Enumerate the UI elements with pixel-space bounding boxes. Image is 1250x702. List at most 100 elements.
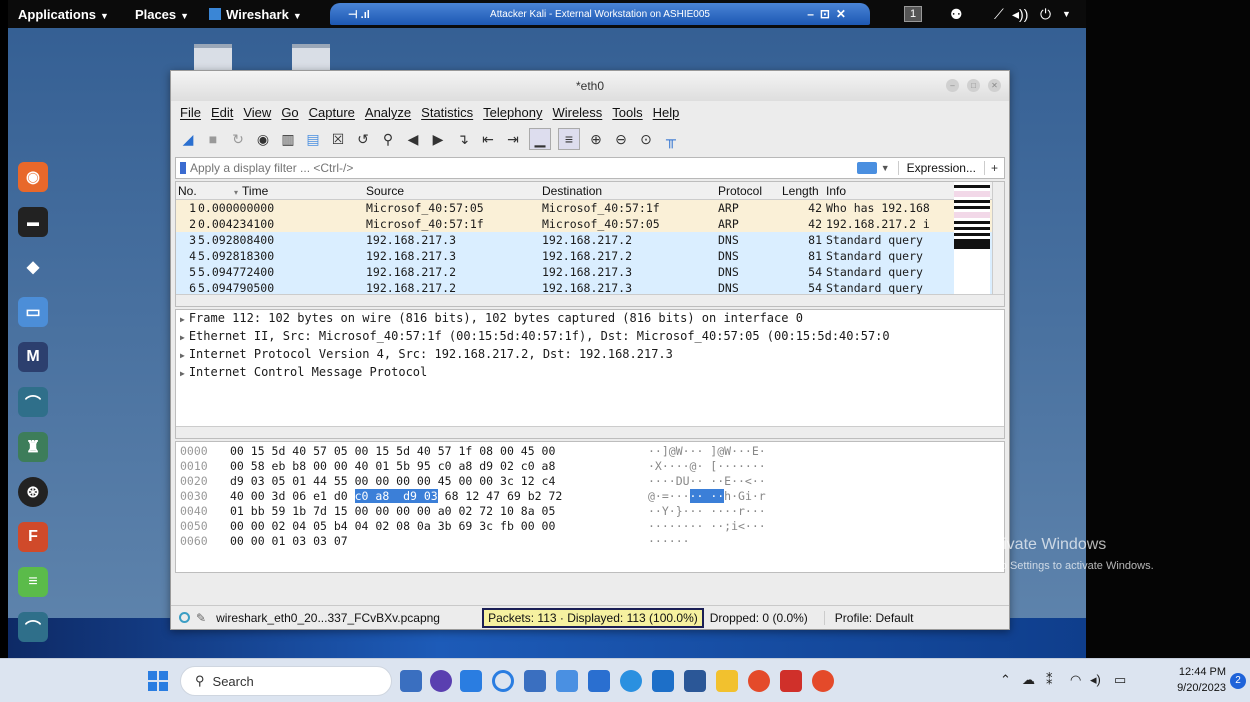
menu-wireless[interactable]: Wireless	[547, 105, 607, 120]
window-titlebar[interactable]: *eth0 – □ ✕	[171, 71, 1009, 101]
acrobat-icon[interactable]	[780, 670, 802, 692]
add-filter-button[interactable]: +	[983, 161, 1004, 175]
chevron-down-icon[interactable]: ▼	[881, 163, 890, 173]
volume-icon[interactable]: ◂))	[1012, 6, 1028, 23]
packet-row[interactable]: 2 0.004234100 Microsof_40:57:1f Microsof…	[176, 216, 1004, 232]
resize-columns-icon[interactable]: ╥	[662, 130, 680, 148]
col-time[interactable]: ▾ Time	[234, 182, 366, 199]
apply-filter-icon[interactable]	[856, 162, 877, 174]
detail-ip[interactable]: ▶ Internet Protocol Version 4, Src: 192.1…	[176, 346, 1004, 364]
armitage-icon[interactable]: ⌒	[18, 387, 48, 417]
taskbar-app-icon[interactable]	[460, 670, 482, 692]
packet-row[interactable]: 5 5.094772400 192.168.217.2 192.168.217.…	[176, 264, 1004, 280]
wireshark-app-menu[interactable]: Wireshark ▼	[199, 7, 312, 22]
app-tray-icon[interactable]: ⁑	[1046, 672, 1053, 688]
bytes-row[interactable]: 0030 40 00 3d 06 e1 d0 c0 a8 d9 03 68 12…	[176, 489, 1004, 504]
volume-icon[interactable]: ◂)	[1090, 672, 1101, 688]
menu-help[interactable]: Help	[648, 105, 685, 120]
file-explorer-icon[interactable]	[716, 670, 738, 692]
faraday-icon[interactable]: ⊛	[18, 477, 48, 507]
packet-row[interactable]: 1 0.000000000 Microsof_40:57:05 Microsof…	[176, 200, 1004, 216]
open-file-icon[interactable]: ▥	[279, 130, 297, 148]
menu-analyze[interactable]: Analyze	[360, 105, 416, 120]
display-filter-input[interactable]	[190, 161, 857, 175]
packet-row[interactable]: 4 5.092818300 192.168.217.3 192.168.217.…	[176, 248, 1004, 264]
places-menu[interactable]: Places ▼	[125, 7, 199, 22]
chrome-icon[interactable]	[748, 670, 770, 692]
chevron-down-icon[interactable]: ▼	[1062, 9, 1071, 19]
packet-list-hscrollbar[interactable]	[176, 294, 1004, 306]
go-back-icon[interactable]: ◀	[404, 130, 422, 148]
taskbar-app-icon[interactable]	[400, 670, 422, 692]
word-icon[interactable]	[684, 670, 706, 692]
menu-tools[interactable]: Tools	[607, 105, 647, 120]
col-source[interactable]: Source	[366, 182, 542, 199]
bookmark-icon[interactable]	[180, 162, 186, 174]
applications-menu[interactable]: Applications ▼	[8, 7, 119, 22]
desktop-folder-icon[interactable]	[194, 44, 232, 70]
expand-icon[interactable]: ▶	[180, 351, 185, 360]
start-capture-icon[interactable]: ◢	[179, 130, 197, 148]
menu-edit[interactable]: Edit	[206, 105, 238, 120]
expert-info-icon[interactable]	[179, 612, 190, 623]
col-length[interactable]: Length	[782, 182, 822, 199]
minimize-button[interactable]: –	[946, 79, 959, 92]
packet-row[interactable]: 3 5.092808400 192.168.217.3 192.168.217.…	[176, 232, 1004, 248]
taskbar-app-icon[interactable]	[430, 670, 452, 692]
col-destination[interactable]: Destination	[542, 182, 718, 199]
vm-window-controls[interactable]: –⊡✕	[807, 7, 852, 21]
bytes-row[interactable]: 0050 00 00 02 04 05 b4 04 02 08 0a 3b 69…	[176, 519, 1004, 534]
menu-go[interactable]: Go	[276, 105, 303, 120]
firefox-icon[interactable]: ◉	[18, 162, 48, 192]
burp-icon[interactable]: F	[18, 522, 48, 552]
taskbar-clock[interactable]: 12:44 PM 9/20/2023	[1166, 664, 1226, 696]
colorize-icon[interactable]: ≡	[558, 128, 580, 150]
bytes-row[interactable]: 0000 00 15 5d 40 57 05 00 15 5d 40 57 1f…	[176, 444, 1004, 459]
detail-ethernet[interactable]: ▶ Ethernet II, Src: Microsof_40:57:1f (00…	[176, 328, 1004, 346]
chrome-icon[interactable]	[812, 670, 834, 692]
menu-telephony[interactable]: Telephony	[478, 105, 547, 120]
network-icon[interactable]: ⟋	[994, 6, 1004, 23]
capture-options-icon[interactable]: ◉	[254, 130, 272, 148]
taskbar-app-icon[interactable]	[524, 670, 546, 692]
last-packet-icon[interactable]: ⇥	[504, 130, 522, 148]
bytes-row[interactable]: 0020 d9 03 05 01 44 55 00 00 00 00 45 00…	[176, 474, 1004, 489]
expand-icon[interactable]: ▶	[180, 369, 185, 378]
vm-connection-bar[interactable]: ⊣ .ıl Attacker Kali - External Workstati…	[330, 3, 870, 25]
menu-view[interactable]: View	[238, 105, 276, 120]
taskbar-app-icon[interactable]	[588, 670, 610, 692]
chevron-up-icon[interactable]: ⌃	[1000, 672, 1011, 688]
bytes-row[interactable]: 0060 00 00 01 03 03 07 ······	[176, 534, 1004, 549]
autoscroll-icon[interactable]: ▁	[529, 128, 551, 150]
edge-icon[interactable]	[620, 670, 642, 692]
go-forward-icon[interactable]: ▶	[429, 130, 447, 148]
cloud-icon[interactable]: ☁	[1022, 672, 1035, 688]
desktop-folder-icon[interactable]	[292, 44, 330, 70]
restart-capture-icon[interactable]: ↻	[229, 130, 247, 148]
menu-file[interactable]: File	[175, 105, 206, 120]
menu-statistics[interactable]: Statistics	[416, 105, 478, 120]
col-no[interactable]: No.	[176, 182, 234, 199]
menu-capture[interactable]: Capture	[304, 105, 360, 120]
battery-icon[interactable]: ▭	[1114, 672, 1126, 688]
expand-icon[interactable]: ▶	[180, 333, 185, 342]
expand-icon[interactable]: ▶	[180, 315, 185, 324]
maximize-button[interactable]: □	[967, 79, 980, 92]
wifi-icon[interactable]: ◠	[1070, 672, 1081, 688]
power-icon[interactable]: ⏻	[1040, 6, 1051, 23]
workspace-indicator[interactable]: 1	[904, 6, 922, 22]
bytes-row[interactable]: 0040 01 bb 59 1b 7d 15 00 00 00 00 a0 02…	[176, 504, 1004, 519]
expression-button[interactable]: Expression...	[897, 161, 984, 175]
bytes-row[interactable]: 0010 00 58 eb b8 00 00 40 01 5b 95 c0 a8…	[176, 459, 1004, 474]
details-hscrollbar[interactable]	[176, 426, 1004, 438]
save-file-icon[interactable]: ▤	[304, 130, 322, 148]
go-to-packet-icon[interactable]: ↴	[454, 130, 472, 148]
mail-icon[interactable]	[652, 670, 674, 692]
files-icon[interactable]: ▭	[18, 297, 48, 327]
taskbar-search[interactable]: ⚲ Search	[180, 666, 392, 696]
close-button[interactable]: ✕	[988, 79, 1001, 92]
zoom-out-icon[interactable]: ⊖	[612, 130, 630, 148]
zoom-normal-icon[interactable]: ⊙	[637, 130, 655, 148]
notification-badge[interactable]: 2	[1230, 673, 1246, 689]
col-protocol[interactable]: Protocol	[718, 182, 782, 199]
